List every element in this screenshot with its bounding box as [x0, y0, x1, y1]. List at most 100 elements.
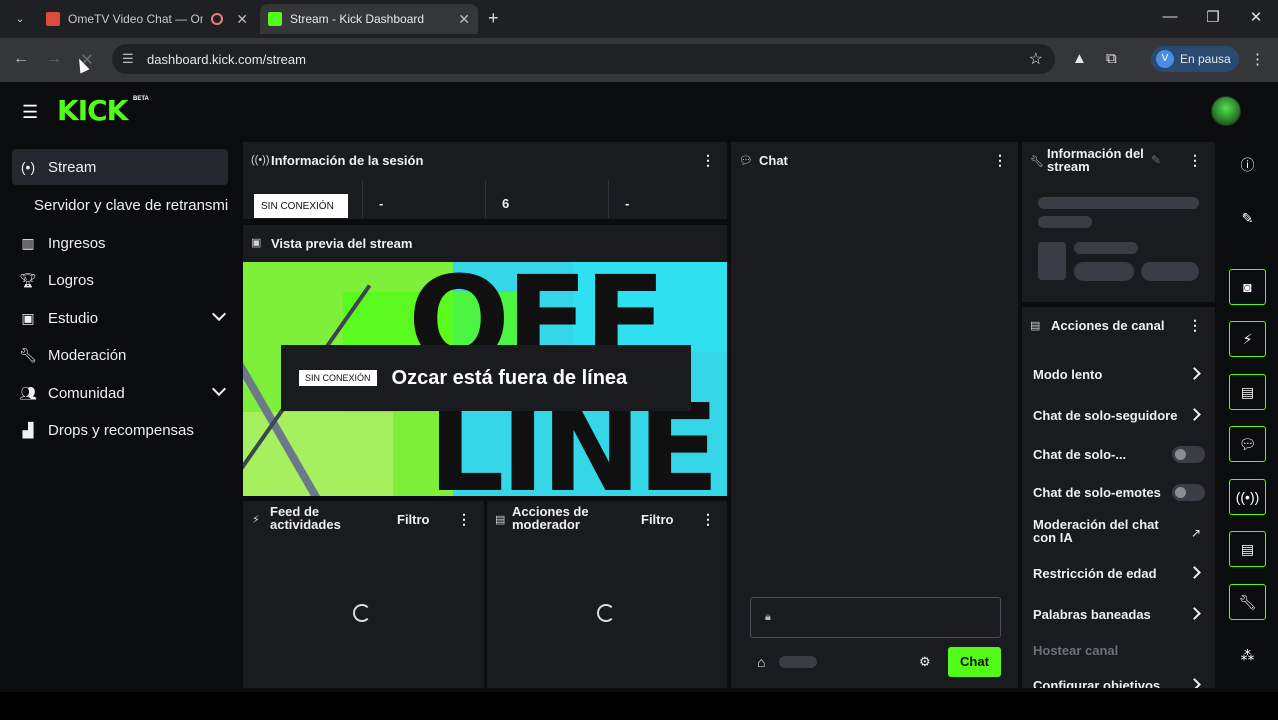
- points-placeholder: [779, 656, 817, 668]
- wrench-icon: 🔧︎: [19, 346, 37, 363]
- kick-logo[interactable]: KICK: [57, 94, 128, 127]
- user-avatar[interactable]: [1211, 96, 1241, 126]
- sidebar-item-label: Ingresos: [48, 234, 106, 252]
- new-tab-button[interactable]: +: [488, 8, 499, 29]
- action-banned-words[interactable]: Palabras baneadas: [1033, 607, 1151, 622]
- chat-send-button[interactable]: Chat: [948, 647, 1001, 677]
- notes-icon[interactable]: ▤: [1229, 374, 1266, 410]
- lightning-icon[interactable]: ⚡︎: [1229, 321, 1266, 357]
- site-info-icon[interactable]: ☰: [122, 51, 134, 67]
- offline-badge: SIN CONEXIÓN: [299, 370, 377, 386]
- close-tab-icon[interactable]: ✕: [236, 11, 248, 28]
- back-icon[interactable]: ←: [10, 50, 32, 68]
- chat-menu-icon[interactable]: ⋮: [993, 152, 1007, 169]
- sidebar-item-label: Logros: [48, 271, 94, 289]
- emotes-only-toggle[interactable]: [1172, 484, 1205, 501]
- tab-kick-dashboard[interactable]: Stream - Kick Dashboard ✕: [260, 4, 478, 34]
- action-emotes-only: Chat de solo-emotes: [1033, 485, 1161, 500]
- wrench-icon: 🔧︎: [1030, 156, 1044, 168]
- chat-settings-gear-icon[interactable]: ⚙: [919, 654, 931, 670]
- users-icon: 👥︎: [19, 384, 37, 401]
- preview-icon: ▣: [251, 237, 262, 249]
- activity-feed-title: Feed de actividades: [270, 504, 341, 532]
- wrench-icon[interactable]: 🔧︎: [1229, 584, 1266, 620]
- maximize-button[interactable]: ❐: [1198, 8, 1228, 26]
- session-info-title: Información de la sesión: [271, 153, 424, 168]
- activity-feed-menu-icon[interactable]: ⋮: [457, 511, 471, 528]
- channel-actions-icon[interactable]: ▤: [1229, 531, 1266, 567]
- tab-search-button[interactable]: ⌄: [6, 4, 34, 34]
- address-bar[interactable]: ☰ dashboard.kick.com/stream ☆: [112, 44, 1055, 74]
- chat-input[interactable]: 🔒︎: [750, 597, 1001, 638]
- apps-icon[interactable]: ⁂: [1229, 637, 1266, 673]
- subs-only-toggle[interactable]: [1172, 446, 1205, 463]
- studio-icon: ▣: [21, 309, 35, 326]
- sidebar-item-moderacion[interactable]: 🔧︎ Moderación: [12, 337, 228, 373]
- beta-badge: BETA: [133, 96, 149, 102]
- activity-filter-button[interactable]: Filtro: [397, 512, 430, 527]
- chart-icon: ▥: [21, 234, 35, 251]
- recording-icon: [211, 13, 223, 25]
- tab-title: OmeTV Video Chat — Ome: [68, 12, 203, 26]
- channel-actions-menu-icon[interactable]: ⋮: [1188, 317, 1202, 334]
- chevron-down-icon: [211, 306, 227, 322]
- store-icon[interactable]: ⌂: [757, 654, 765, 670]
- sidebar-item-comunidad[interactable]: 👥︎ Comunidad: [12, 375, 228, 411]
- browser-menu-icon[interactable]: ⋮: [1250, 50, 1265, 68]
- sidebar-item-stream[interactable]: (•) Stream: [12, 149, 228, 185]
- loading-skeleton: [1038, 216, 1092, 228]
- action-goals[interactable]: Configurar objetivos: [1033, 678, 1160, 688]
- minimize-button[interactable]: —: [1155, 8, 1185, 25]
- sidebar-item-label: Stream: [48, 158, 97, 176]
- edit-pencil-icon[interactable]: ✎: [1151, 153, 1161, 167]
- sidebar-item-drops[interactable]: ▟ Drops y recompensas: [12, 412, 228, 448]
- chevron-right-icon[interactable]: [1188, 678, 1201, 688]
- sidebar-item-label: Servidor y clave de retransmi: [34, 196, 229, 214]
- mod-filter-button[interactable]: Filtro: [641, 512, 674, 527]
- action-subs-only: Chat de solo-...: [1033, 447, 1127, 462]
- action-age-restriction[interactable]: Restricción de edad: [1033, 566, 1157, 581]
- forward-icon[interactable]: →: [43, 50, 65, 68]
- info-icon[interactable]: ⓘ: [1229, 147, 1266, 183]
- chat-icon[interactable]: 💬︎: [1229, 426, 1266, 462]
- hamburger-menu-icon[interactable]: ☰: [22, 102, 38, 123]
- mod-actions-menu-icon[interactable]: ⋮: [701, 511, 715, 528]
- close-tab-icon[interactable]: ✕: [458, 11, 470, 28]
- stream-info-menu-icon[interactable]: ⋮: [1188, 152, 1202, 169]
- chat-icon: 💬︎: [739, 155, 753, 167]
- sidebar-item-server-key[interactable]: Servidor y clave de retransmi: [12, 187, 242, 223]
- sidebar-item-logros[interactable]: 🏆︎ Logros: [12, 262, 228, 298]
- profile-avatar: V: [1156, 50, 1174, 68]
- close-window-button[interactable]: ✕: [1241, 8, 1271, 26]
- stream-icon: (•): [20, 159, 36, 175]
- channel-actions-title: Acciones de canal: [1051, 318, 1165, 333]
- extension-bell-icon[interactable]: ▲: [1072, 50, 1087, 67]
- trophy-icon: 🏆︎: [19, 271, 37, 288]
- loading-skeleton: [1074, 262, 1134, 281]
- bookmark-star-icon[interactable]: ☆: [1029, 49, 1043, 69]
- session-stat-value: -: [625, 196, 630, 211]
- loading-skeleton: [1074, 242, 1138, 254]
- extensions-puzzle-icon[interactable]: ⧉: [1106, 50, 1117, 67]
- tab-ometv[interactable]: OmeTV Video Chat — Ome ✕: [38, 4, 256, 34]
- tab-title: Stream - Kick Dashboard: [290, 12, 425, 26]
- broadcast-icon: ((•)): [251, 154, 270, 166]
- action-ai-moderation[interactable]: Moderación del chat con IA: [1033, 518, 1183, 544]
- broadcast-icon[interactable]: ((•)): [1229, 479, 1266, 515]
- sidebar-item-label: Comunidad: [48, 384, 125, 402]
- edit-icon[interactable]: ✎: [1229, 200, 1266, 236]
- mod-actions-title: Acciones de moderador: [512, 504, 589, 532]
- action-slow-mode[interactable]: Modo lento: [1033, 367, 1102, 382]
- preview-icon[interactable]: ◙: [1229, 269, 1266, 305]
- sidebar-item-ingresos[interactable]: ▥ Ingresos: [12, 225, 228, 261]
- session-info-menu-icon[interactable]: ⋮: [701, 152, 715, 169]
- sidebar-item-label: Moderación: [48, 346, 127, 364]
- cutoff-row-clip: Configurar objetivos: [1022, 676, 1215, 688]
- profile-chip[interactable]: V En pausa: [1151, 46, 1239, 72]
- offline-message-box: SIN CONEXIÓN Ozcar está fuera de línea: [281, 345, 691, 411]
- sidebar-item-estudio[interactable]: ▣ Estudio: [12, 300, 228, 336]
- chat-title: Chat: [759, 153, 788, 168]
- loading-skeleton: [1038, 242, 1066, 280]
- action-followers-only[interactable]: Chat de solo-seguidore: [1033, 408, 1185, 423]
- external-link-icon[interactable]: ↗: [1191, 526, 1201, 540]
